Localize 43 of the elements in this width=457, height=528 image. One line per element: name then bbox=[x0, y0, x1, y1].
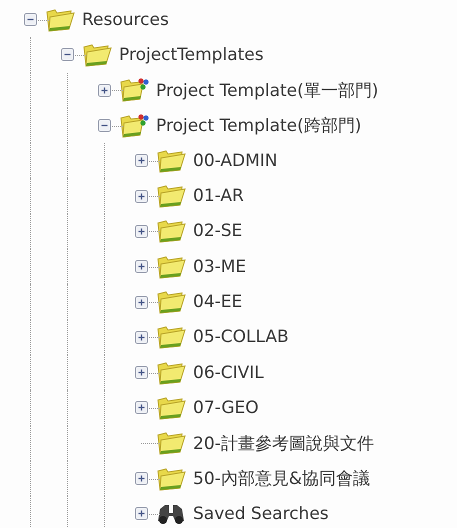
folder-icon bbox=[82, 42, 112, 68]
tree-item-label[interactable]: 02-SE bbox=[193, 221, 242, 242]
folder-icon bbox=[156, 324, 186, 350]
expander-toggle[interactable] bbox=[135, 507, 148, 520]
tree-item-label[interactable]: Saved Searches bbox=[193, 504, 329, 524]
folder-icon bbox=[156, 289, 186, 316]
tree-item-label[interactable]: 20-計畫參考圖說與文件 bbox=[193, 432, 374, 455]
tree-item-label[interactable]: 06-CIVIL bbox=[193, 362, 264, 383]
tree-item-label[interactable]: Project Template(跨部門) bbox=[156, 114, 362, 138]
expander-toggle[interactable] bbox=[135, 296, 148, 309]
template-folder-icon bbox=[119, 77, 149, 104]
tree-item-label[interactable]: ProjectTemplates bbox=[119, 44, 264, 65]
expander-toggle[interactable] bbox=[135, 366, 148, 380]
folder-icon bbox=[156, 218, 186, 244]
expander-toggle[interactable] bbox=[98, 84, 111, 97]
expander-toggle[interactable] bbox=[135, 330, 148, 344]
folder-icon bbox=[45, 6, 75, 33]
expander-toggle[interactable] bbox=[135, 190, 148, 203]
tree-item-label[interactable]: 03-ME bbox=[193, 256, 246, 277]
tree-item-label[interactable]: Resources bbox=[82, 10, 169, 30]
tree-item-label[interactable]: Project Template(單一部門) bbox=[156, 78, 378, 102]
template-folder-icon bbox=[119, 112, 149, 139]
tree-item-label[interactable]: 04-EE bbox=[193, 292, 242, 312]
folder-icon bbox=[156, 183, 186, 210]
expander-toggle[interactable] bbox=[135, 401, 148, 414]
folder-icon bbox=[156, 466, 186, 492]
expander-toggle[interactable] bbox=[24, 13, 37, 26]
tree-item-label[interactable]: 01-AR bbox=[193, 186, 244, 206]
folder-icon bbox=[156, 430, 186, 456]
expander-toggle[interactable] bbox=[135, 154, 148, 168]
tree-item-label[interactable]: 00-ADMIN bbox=[193, 150, 278, 171]
tree-item-label[interactable]: 05-COLLAB bbox=[193, 327, 289, 348]
tree-item-label[interactable]: 50-內部意見&協同會議 bbox=[193, 467, 370, 490]
folder-icon bbox=[156, 148, 186, 174]
folder-icon bbox=[156, 254, 186, 280]
expander-toggle[interactable] bbox=[135, 260, 148, 274]
folder-icon bbox=[156, 360, 186, 386]
expander-toggle[interactable] bbox=[135, 472, 148, 485]
tree-item-label[interactable]: 07-GEO bbox=[193, 398, 259, 418]
expander-toggle[interactable] bbox=[61, 48, 74, 62]
folder-icon bbox=[156, 394, 186, 421]
expander-toggle[interactable] bbox=[98, 119, 111, 132]
expander-toggle[interactable] bbox=[135, 224, 148, 238]
